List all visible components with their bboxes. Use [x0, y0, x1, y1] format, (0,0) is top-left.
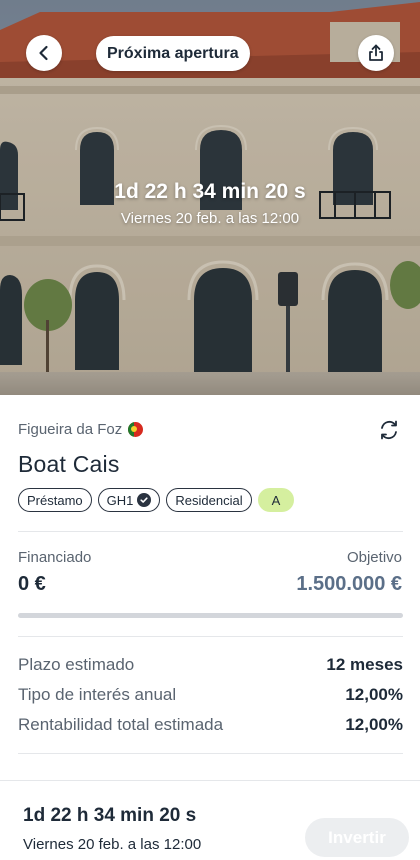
hero-countdown: 1d 22 h 34 min 20 s: [114, 180, 306, 203]
tag-gh1: GH1: [97, 488, 161, 512]
detail-row-term: Plazo estimado 12 meses: [18, 655, 403, 675]
chevron-left-icon: [39, 45, 48, 61]
divider: [18, 531, 403, 532]
share-icon: [369, 44, 383, 61]
financed-value: 0 €: [18, 573, 46, 595]
tag-gh1-label: GH1: [106, 492, 134, 508]
divider: [18, 753, 403, 754]
project-location: Figueira da Foz: [18, 421, 144, 438]
status-pill: Próxima apertura: [96, 36, 250, 71]
tag-residential: Residencial: [166, 488, 252, 512]
detail-value: 12,00%: [345, 685, 403, 704]
bottom-action-bar: 1d 22 h 34 min 20 s Viernes 20 feb. a la…: [0, 780, 420, 860]
portugal-flag-icon: [128, 422, 144, 437]
footer-countdown: 1d 22 h 34 min 20 s: [23, 805, 197, 826]
detail-label: Rentabilidad total estimada: [18, 715, 224, 734]
check-icon: [137, 493, 152, 507]
location-label: Figueira da Foz: [18, 421, 123, 438]
project-title: Boat Cais: [18, 451, 120, 477]
detail-value: 12,00%: [345, 715, 403, 734]
back-button[interactable]: [26, 35, 62, 71]
divider: [18, 636, 403, 637]
detail-label: Tipo de interés anual: [18, 685, 177, 704]
detail-row-interest: Tipo de interés anual 12,00%: [18, 685, 403, 705]
grade-badge: A: [257, 488, 295, 512]
invest-button[interactable]: Invertir: [305, 818, 409, 857]
detail-row-return: Rentabilidad total estimada 12,00%: [18, 715, 403, 735]
tag-loan: Préstamo: [18, 488, 92, 512]
share-button[interactable]: [358, 35, 394, 71]
target-value: 1.500.000 €: [296, 573, 402, 595]
target-label: Objetivo: [346, 549, 402, 566]
refresh-icon[interactable]: [377, 418, 401, 442]
project-tags: Préstamo GH1 Residencial A: [18, 488, 295, 512]
funding-progress-bar: [18, 613, 403, 618]
detail-label: Plazo estimado: [18, 655, 135, 674]
detail-value: 12 meses: [326, 655, 403, 674]
footer-opening-date: Viernes 20 feb. a las 12:00: [23, 836, 202, 853]
financed-label: Financiado: [18, 549, 92, 566]
hero-opening-date: Viernes 20 feb. a las 12:00: [120, 210, 300, 227]
hero-image: Próxima apertura 1d 22 h 34 min 20 s Vie…: [0, 0, 420, 395]
